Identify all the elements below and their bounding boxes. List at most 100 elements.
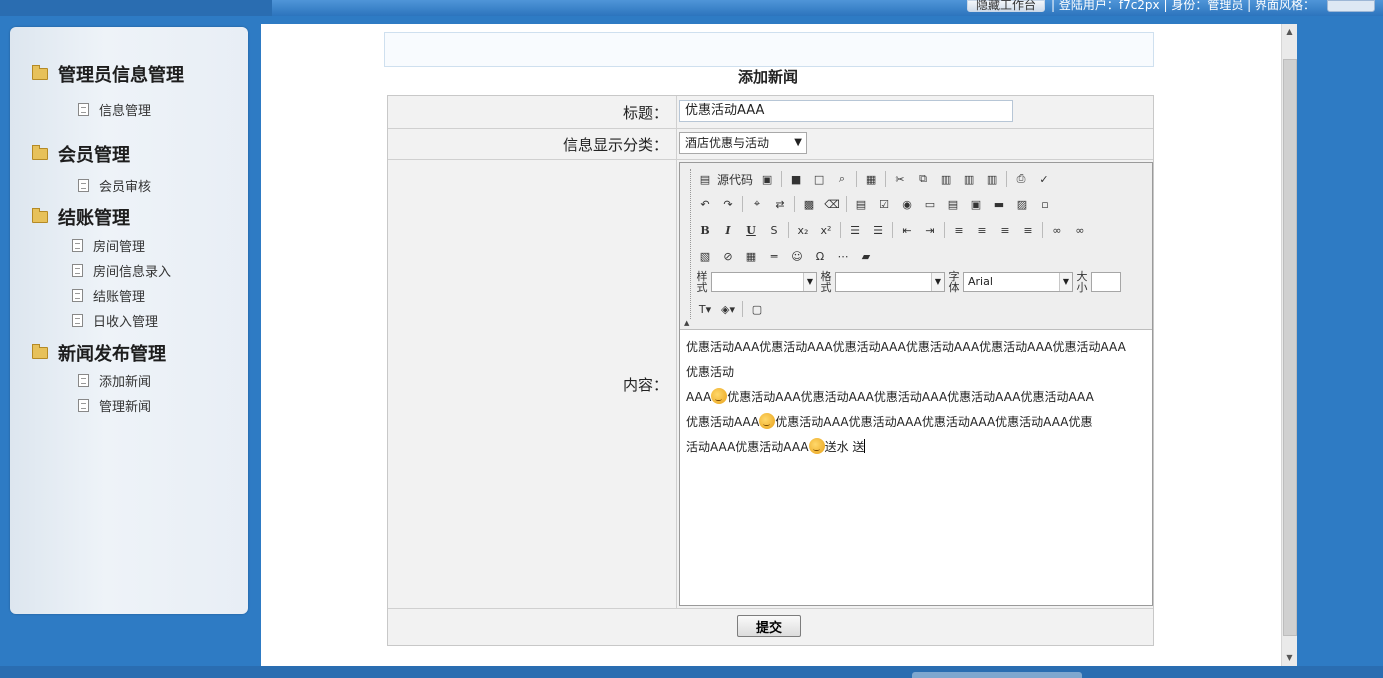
superscript-icon[interactable]: x² [817,221,835,239]
redo-icon[interactable]: ↷ [719,195,737,213]
hide-workbench-button[interactable]: 隐藏工作台 [966,0,1045,12]
select-all-icon[interactable]: ▩ [800,195,818,213]
div-icon[interactable]: ▰ [857,247,875,265]
align-justify-icon[interactable]: ≡ [1019,221,1037,239]
chevron-down-icon: ▼ [794,137,802,148]
sidebar-item-member-review[interactable]: 会员审核 [78,176,151,195]
document-icon [72,239,83,252]
user-info-bar: 隐藏工作台 | 登陆用户：f7c2px | 身份：管理员 | 界面风格： [966,0,1315,14]
cut-icon[interactable]: ✂ [891,170,909,188]
radio-icon[interactable]: ◉ [898,195,916,213]
background-color-icon[interactable]: ◈▾ [719,300,737,318]
source-code-button[interactable]: ▤ 源代码 [696,170,753,188]
save-icon[interactable]: ▣ [758,170,776,188]
flash-icon[interactable]: ⊘ [719,247,737,265]
size-dropdown[interactable] [1091,272,1121,292]
textfield-icon[interactable]: ▭ [921,195,939,213]
scroll-up-icon[interactable]: ▲ [1282,24,1297,40]
submit-button[interactable]: 提交 [737,615,801,637]
subscript-icon[interactable]: x₂ [794,221,812,239]
bold-icon[interactable]: B [696,221,714,239]
preview-icon[interactable]: ⌕ [833,170,851,188]
sidebar-item-room-entry[interactable]: 房间信息录入 [72,261,171,280]
format-dropdown[interactable]: ▼ [835,272,945,292]
paste-word-icon[interactable]: ▥ [983,170,1001,188]
editor-content[interactable]: 优惠活动AAA优惠活动AAA优惠活动AAA优惠活动AAA优惠活动AAA优惠活动A… [686,335,1131,460]
font-label: 字体 [948,270,960,294]
special-char-icon[interactable]: Ω [811,247,829,265]
align-left-icon[interactable]: ≡ [950,221,968,239]
content-label: 内容： [622,376,668,394]
checkbox-icon[interactable]: ☑ [875,195,893,213]
table-icon[interactable]: ▦ [742,247,760,265]
template-icon[interactable]: ▦ [862,170,880,188]
sidebar-item-label: 房间信息录入 [93,265,172,280]
toolbar-separator [742,301,743,317]
sidebar-item-add-news[interactable]: 添加新闻 [78,371,151,390]
sidebar-item-daily-income[interactable]: 日收入管理 [72,311,158,330]
sidebar-item-checkout-management[interactable]: 结账管理 [72,286,145,305]
user-info-text: | 登陆用户：f7c2px | 身份：管理员 | 界面风格： [1050,0,1315,12]
print-icon[interactable]: ⎙ [1012,170,1030,188]
align-center-icon[interactable]: ≡ [973,221,991,239]
sidebar-group-news[interactable]: 新闻发布管理 [32,340,166,366]
title-input[interactable]: 优惠活动AAA [679,100,1013,122]
textarea-icon[interactable]: ▤ [944,195,962,213]
style-dropdown[interactable]: ▼ [711,272,817,292]
replace-icon[interactable]: ⇄ [771,195,789,213]
toolbar-collapse-icon[interactable]: ▲ [684,319,689,327]
sidebar-group-checkout[interactable]: 结账管理 [32,204,130,230]
underline-icon[interactable]: U [742,221,760,239]
smiley-icon [808,438,825,454]
folder-icon [32,208,48,223]
paste-icon[interactable]: ▥ [937,170,955,188]
horizontal-rule-icon[interactable]: ═ [765,247,783,265]
maximize-icon[interactable]: ▢ [748,300,766,318]
style-switch-button[interactable] [1327,0,1375,12]
align-right-icon[interactable]: ≡ [996,221,1014,239]
sidebar-group-admin[interactable]: 管理员信息管理 [32,61,184,87]
italic-icon[interactable]: I [719,221,737,239]
content-line: AAA 优惠活动AAA优惠活动AAA优惠活动AAA优惠活动AAA优惠活动AAA [686,388,1094,404]
sidebar-group-label: 会员管理 [58,145,130,166]
paste-text-icon[interactable]: ▥ [960,170,978,188]
text-color-icon[interactable]: T▾ [696,300,714,318]
sidebar-item-label: 信息管理 [99,104,152,119]
vertical-scrollbar[interactable]: ▲ ▼ [1281,24,1297,666]
scroll-down-icon[interactable]: ▼ [1282,650,1297,666]
copy-icon[interactable]: ⧉ [914,170,932,188]
indent-icon[interactable]: ⇥ [921,221,939,239]
source-code-icon: ▤ [699,172,711,186]
button-field-icon[interactable]: ▬ [990,195,1008,213]
spellcheck-icon[interactable]: ✓ [1035,170,1053,188]
link-icon[interactable]: ∞ [1048,221,1066,239]
undo-icon[interactable]: ↶ [696,195,714,213]
content-line: 优惠活动AAA 优惠活动AAA优惠活动AAA优惠活动AAA优惠活动AAA优惠 [686,413,1093,429]
unlink-icon[interactable]: ∞ [1071,221,1089,239]
toolbar-separator [944,222,945,238]
form-icon[interactable]: ▤ [852,195,870,213]
hidden-field-icon[interactable]: ▫ [1036,195,1054,213]
strikethrough-icon[interactable]: S [765,221,783,239]
font-dropdown[interactable]: Arial ▼ [963,272,1073,292]
numbered-list-icon[interactable]: ☰ [846,221,864,239]
select-field-icon[interactable]: ▣ [967,195,985,213]
sidebar-item-manage-news[interactable]: 管理新闻 [78,396,151,415]
bottom-tab[interactable] [912,672,1082,678]
image-icon[interactable]: ▧ [696,247,714,265]
sidebar-item-room-management[interactable]: 房间管理 [72,236,145,255]
category-label: 信息显示分类： [562,136,668,154]
save-document-icon[interactable]: ■ [787,170,805,188]
page-break-icon[interactable]: ⋯ [834,247,852,265]
smiley-icon[interactable]: ☺ [788,247,806,265]
sidebar-group-member[interactable]: 会员管理 [32,141,130,167]
remove-format-icon[interactable]: ⌫ [823,195,841,213]
image-button-icon[interactable]: ▨ [1013,195,1031,213]
bulleted-list-icon[interactable]: ☰ [869,221,887,239]
scrollbar-thumb[interactable] [1283,59,1297,636]
find-icon[interactable]: ⌖ [748,195,766,213]
category-select[interactable]: 酒店优惠与活动 ▼ [679,132,807,154]
outdent-icon[interactable]: ⇤ [898,221,916,239]
new-page-icon[interactable]: □ [810,170,828,188]
sidebar-item-info-management[interactable]: 信息管理 [78,100,151,119]
